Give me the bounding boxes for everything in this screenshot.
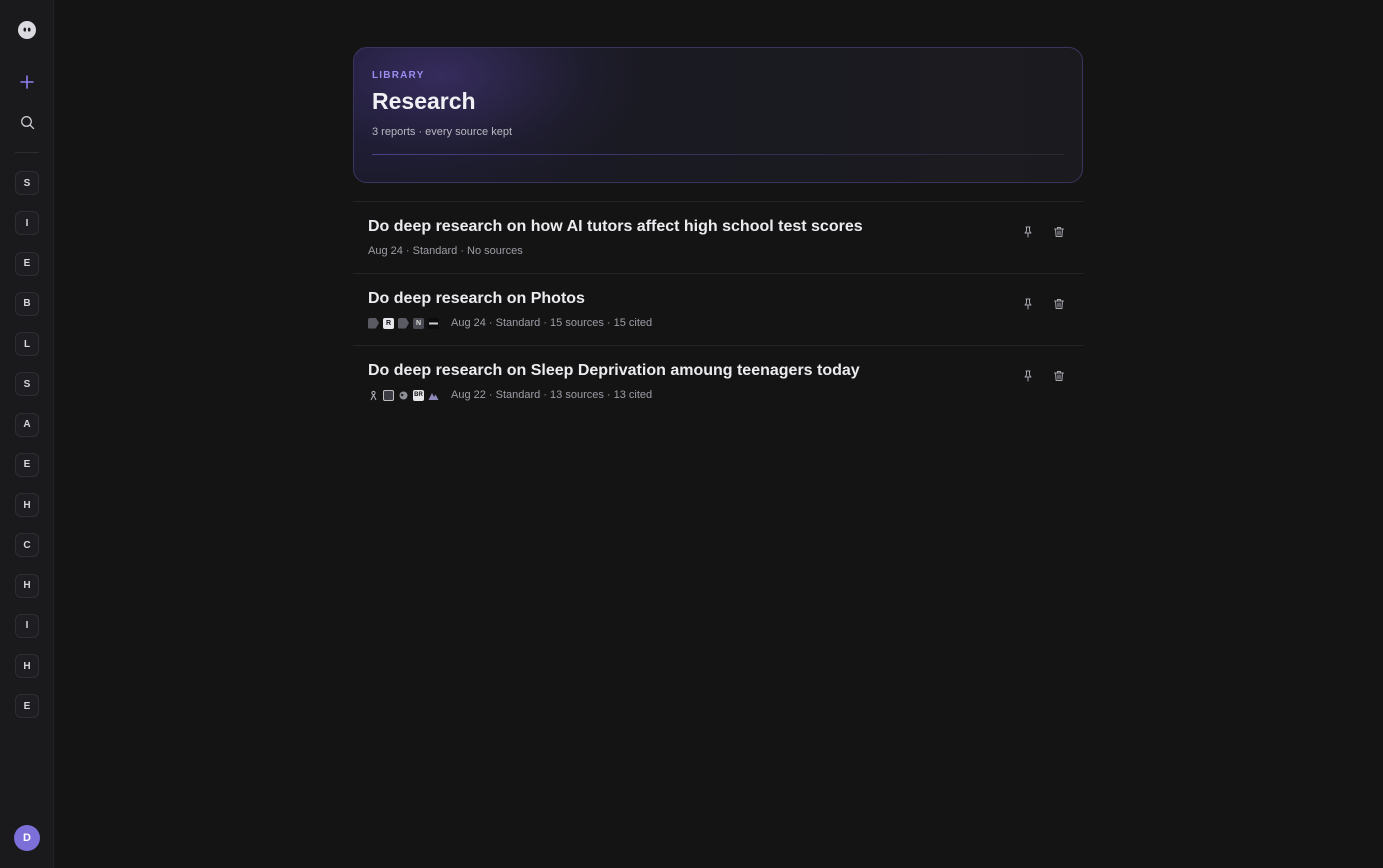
library-header: LIBRARY Research 3 reports · every sourc… [353,47,1083,183]
report-meta-text: Aug 22 · Standard · 13 sources · 13 cite… [451,389,653,401]
sidebar-item[interactable]: I [15,211,39,236]
sidebar-divider [15,152,39,153]
n-letter-icon: N [413,317,424,329]
pin-button[interactable] [1020,368,1036,384]
head-profile-icon [398,390,409,401]
sidebar-item[interactable]: H [15,573,39,598]
search-button[interactable] [17,112,37,132]
sidebar-item[interactable]: E [15,694,39,719]
mountain-icon [428,390,439,401]
sidebar-item[interactable]: I [15,613,39,638]
trash-icon [1054,299,1064,309]
r-letter-icon: R [383,317,394,329]
report-meta: BR Aug 22 · Standard · 13 sources · 13 c… [368,388,652,402]
grey-shape-icon [368,317,379,329]
source-favicons: R N [368,317,443,329]
dash-logo-icon [428,317,439,329]
ghost-logo-icon[interactable] [18,21,36,39]
user-avatar[interactable]: D [14,825,40,851]
pin-icon [1024,226,1032,238]
pin-icon [1024,298,1032,310]
report-title[interactable]: Do deep research on Photos [368,290,585,308]
report-row[interactable]: Do deep research on Photos R N Aug 24 · … [353,273,1084,345]
report-actions [1005,224,1067,240]
delete-button[interactable] [1051,368,1067,384]
sleep-figure-icon [368,390,379,401]
trash-icon [1054,371,1064,381]
sidebar-item[interactable]: H [15,493,39,517]
report-actions [1005,296,1067,312]
pin-button[interactable] [1020,224,1036,240]
report-meta: Aug 24 · Standard · No sources [368,244,523,258]
sidebar: S I E B L S A E H C H I H E D [0,0,54,868]
source-favicons: BR [368,389,443,401]
report-meta-text: Aug 24 · Standard · No sources [368,245,523,257]
sidebar-item[interactable]: E [15,452,39,477]
pin-icon [1024,370,1032,382]
new-report-button[interactable] [17,72,37,92]
page-title: Research [372,88,476,114]
sidebar-item[interactable]: S [15,372,39,397]
report-row[interactable]: Do deep research on Sleep Deprivation am… [353,345,1084,417]
delete-button[interactable] [1051,296,1067,312]
page-subtitle: 3 reports · every source kept [372,126,513,138]
search-icon [20,115,34,129]
report-meta: R N Aug 24 · Standard · 15 sources · 15 … [368,316,652,330]
sidebar-item[interactable]: B [15,291,39,316]
delete-button[interactable] [1051,224,1067,240]
br-logo-icon: BR [413,389,424,401]
report-title[interactable]: Do deep research on how AI tutors affect… [368,218,863,236]
grid-logo-icon [383,389,394,401]
pin-button[interactable] [1020,296,1036,312]
report-title[interactable]: Do deep research on Sleep Deprivation am… [368,362,860,380]
report-list: Do deep research on how AI tutors affect… [353,201,1084,417]
section-eyebrow: LIBRARY [372,70,425,81]
sidebar-item[interactable]: C [15,533,39,558]
sidebar-item[interactable]: E [15,251,39,276]
sidebar-item[interactable]: H [15,654,39,678]
trash-icon [1054,227,1064,237]
report-meta-text: Aug 24 · Standard · 15 sources · 15 cite… [451,317,653,329]
header-divider [372,154,1064,155]
report-actions [1005,368,1067,384]
sidebar-item[interactable]: L [15,332,39,356]
plus-icon [20,75,34,89]
sidebar-item[interactable]: A [15,412,39,437]
sidebar-workspace-list: S I E B L S A E H C H I H E [15,171,39,735]
grey-shape-icon [398,317,409,329]
report-row[interactable]: Do deep research on how AI tutors affect… [353,201,1084,273]
sidebar-item[interactable]: S [15,171,39,195]
